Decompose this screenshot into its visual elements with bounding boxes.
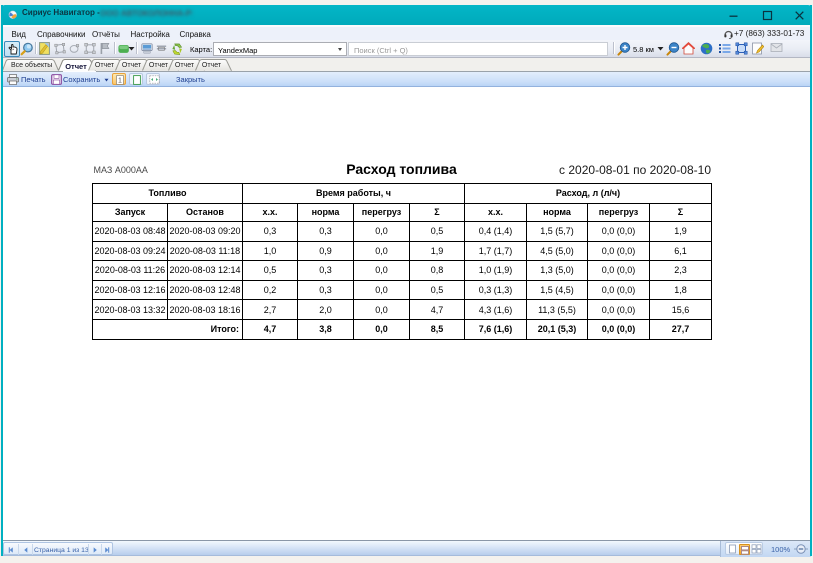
svg-text:1: 1 — [118, 77, 122, 84]
